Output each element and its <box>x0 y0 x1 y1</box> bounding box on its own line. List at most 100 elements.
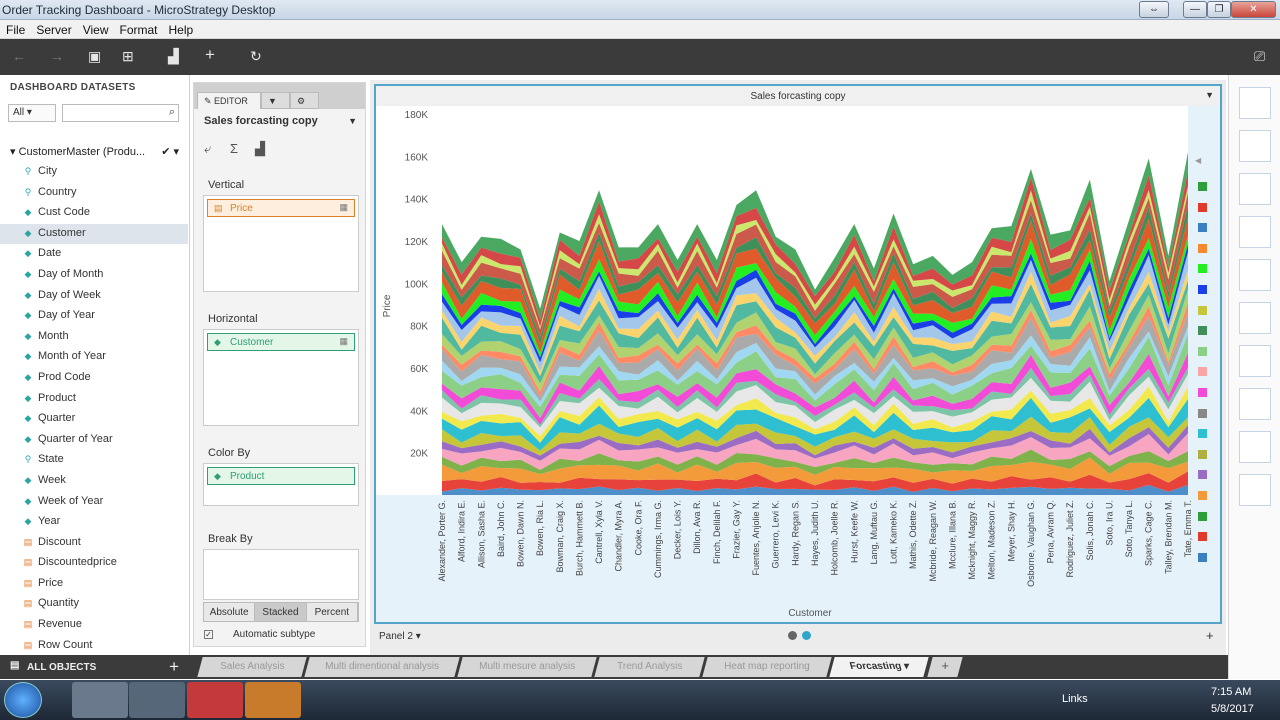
menu-view[interactable]: View <box>77 20 114 37</box>
combo-chart-viz-icon[interactable] <box>1239 388 1271 420</box>
customer-pill[interactable]: ◆ Customer ▦ <box>207 333 355 351</box>
legend-swatch[interactable] <box>1198 552 1207 562</box>
vertical-dropzone[interactable]: ▤ Price ▦ <box>203 195 359 292</box>
close-button[interactable]: ✕ <box>1231 1 1276 18</box>
object-item-week-of-year[interactable]: ◆ Week of Year <box>0 492 188 513</box>
legend-swatch[interactable] <box>1198 264 1207 274</box>
refresh-icon[interactable]: ↻ <box>250 48 262 65</box>
heatmap-viz-icon[interactable] <box>1239 130 1271 162</box>
object-item-date[interactable]: ◆ Date <box>0 244 188 265</box>
clock-date[interactable]: 5/8/2017 <box>1211 703 1254 715</box>
line-chart-viz-icon[interactable] <box>1239 216 1271 248</box>
legend-swatch[interactable] <box>1198 202 1207 212</box>
object-filter-select[interactable]: All ▾ <box>8 104 56 122</box>
viz-menu-icon[interactable]: ▼ <box>348 116 357 126</box>
area-chart-viz-icon[interactable] <box>1239 259 1271 291</box>
object-item-year[interactable]: ◆ Year <box>0 512 188 533</box>
menu-format[interactable]: Format <box>113 20 162 37</box>
all-objects-bar[interactable]: ▤ ALL OBJECTS + <box>0 655 190 679</box>
panel-dot-1[interactable] <box>788 631 797 640</box>
legend-swatch[interactable] <box>1198 449 1207 459</box>
add-panel-icon[interactable]: + <box>1206 628 1214 643</box>
menu-server[interactable]: Server <box>30 20 76 37</box>
chrome-taskbar-icon[interactable] <box>129 682 185 718</box>
break-by-dropzone[interactable] <box>203 549 359 600</box>
sum-icon[interactable]: Σ <box>230 141 238 156</box>
panel-selector[interactable]: Panel 2 ▾ <box>379 631 421 642</box>
tab-forcasting[interactable]: Forcasting ▾ <box>829 657 929 677</box>
tab-editor[interactable]: ✎ EDITOR <box>197 92 261 109</box>
links-toolbar[interactable]: Links <box>1062 693 1088 705</box>
redo-icon[interactable]: → <box>50 48 64 64</box>
legend-swatch[interactable] <box>1198 367 1207 377</box>
undo-icon[interactable]: ← <box>12 48 26 64</box>
legend-swatch[interactable] <box>1198 532 1207 542</box>
object-item-cust-code[interactable]: ◆ Cust Code <box>0 203 188 224</box>
object-item-quantity[interactable]: ▤ Quantity <box>0 594 188 615</box>
maximize-button[interactable]: ❐ <box>1207 1 1231 18</box>
add-sheet-button[interactable]: + <box>927 657 963 677</box>
object-item-revenue[interactable]: ▤ Revenue <box>0 615 188 636</box>
object-item-row-count[interactable]: ▤ Row Count <box>0 636 188 657</box>
mode-stacked[interactable]: Stacked <box>255 603 307 621</box>
add-dataset-icon[interactable]: + <box>169 657 179 677</box>
tab-format[interactable]: ⚙ <box>290 92 319 109</box>
legend-collapse-icon[interactable]: ◀ <box>1195 156 1201 165</box>
swap-axes-icon[interactable]: ⤶ <box>204 141 211 157</box>
legend-swatch[interactable] <box>1198 408 1207 418</box>
legend-swatch[interactable] <box>1198 388 1207 397</box>
object-item-month-of-year[interactable]: ◆ Month of Year <box>0 347 188 368</box>
network-viz-icon[interactable] <box>1239 474 1271 506</box>
bar-chart-viz-icon[interactable] <box>1239 173 1271 205</box>
tab-sales-analysis[interactable]: Sales Analysis <box>197 657 307 677</box>
bubble-chart-viz-icon[interactable] <box>1239 302 1271 334</box>
microstrategy-taskbar-icon[interactable] <box>187 682 243 718</box>
object-item-quarter-of-year[interactable]: ◆ Quarter of Year <box>0 430 188 451</box>
mode-absolute[interactable]: Absolute <box>204 603 256 621</box>
object-item-city[interactable]: ⚲ City <box>0 162 188 183</box>
object-item-discountedprice[interactable]: ▤ Discountedprice <box>0 553 188 574</box>
presentation-mode-icon[interactable]: ⎚ <box>1254 48 1265 65</box>
menu-file[interactable]: File <box>0 20 30 37</box>
swap-window-button[interactable]: ⇔ <box>1139 1 1169 18</box>
grid-viz-icon[interactable] <box>1239 87 1271 119</box>
legend-swatch[interactable] <box>1198 285 1207 294</box>
object-item-product[interactable]: ◆ Product <box>0 389 188 410</box>
legend-swatch[interactable] <box>1198 223 1207 233</box>
object-item-day-of-year[interactable]: ◆ Day of Year <box>0 306 188 327</box>
object-item-quarter[interactable]: ◆ Quarter <box>0 409 188 430</box>
map-viz-icon[interactable] <box>1239 431 1271 463</box>
chart-type-icon[interactable]: ▟ <box>255 141 265 157</box>
legend-swatch[interactable] <box>1198 511 1207 521</box>
object-item-customer[interactable]: ◆ Customer <box>0 223 188 245</box>
save-icon[interactable]: ▣ <box>88 48 101 65</box>
legend-swatch[interactable] <box>1198 491 1207 500</box>
legend-swatch[interactable] <box>1198 182 1207 191</box>
legend-swatch[interactable] <box>1198 429 1207 439</box>
clock-time[interactable]: 7:15 AM <box>1211 686 1251 698</box>
object-item-discount[interactable]: ▤ Discount <box>0 533 188 554</box>
tab-filter[interactable]: ▼ <box>261 92 290 109</box>
price-pill[interactable]: ▤ Price ▦ <box>207 199 355 217</box>
visualization-container[interactable]: Sales forcasting copy ▼ 20K 40K 60K 80K 100K… <box>374 84 1222 624</box>
tab-trend-analysis[interactable]: Trend Analysis <box>594 657 705 677</box>
tab-multi-dimensional[interactable]: Multi dimentional analysis <box>304 657 460 677</box>
object-item-prod-code[interactable]: ◆ Prod Code <box>0 368 188 389</box>
object-item-day-of-month[interactable]: ◆ Day of Month <box>0 265 188 286</box>
legend-swatch[interactable] <box>1198 346 1207 356</box>
start-button[interactable] <box>4 682 42 718</box>
object-item-price[interactable]: ▤ Price <box>0 574 188 595</box>
legend-swatch[interactable] <box>1198 470 1207 480</box>
product-pill[interactable]: ◆ Product <box>207 467 355 485</box>
object-item-country[interactable]: ⚲ Country <box>0 183 188 204</box>
object-item-week[interactable]: ◆ Week <box>0 471 188 492</box>
legend-swatch[interactable] <box>1198 243 1207 253</box>
tab-multi-measure[interactable]: Multi mesure analysis <box>457 657 597 677</box>
horizontal-dropzone[interactable]: ◆ Customer ▦ <box>203 329 359 426</box>
add-icon[interactable]: + <box>205 45 215 65</box>
menu-help[interactable]: Help <box>163 20 199 37</box>
panel-dot-2[interactable] <box>802 631 811 640</box>
add-visualization-icon[interactable]: ▟ <box>168 48 179 65</box>
automatic-subtype-checkbox[interactable]: ✓ Automatic subtype <box>204 629 315 640</box>
dataset-name[interactable]: ▾ CustomerMaster (Produ... ✔ ▾ <box>10 145 185 158</box>
